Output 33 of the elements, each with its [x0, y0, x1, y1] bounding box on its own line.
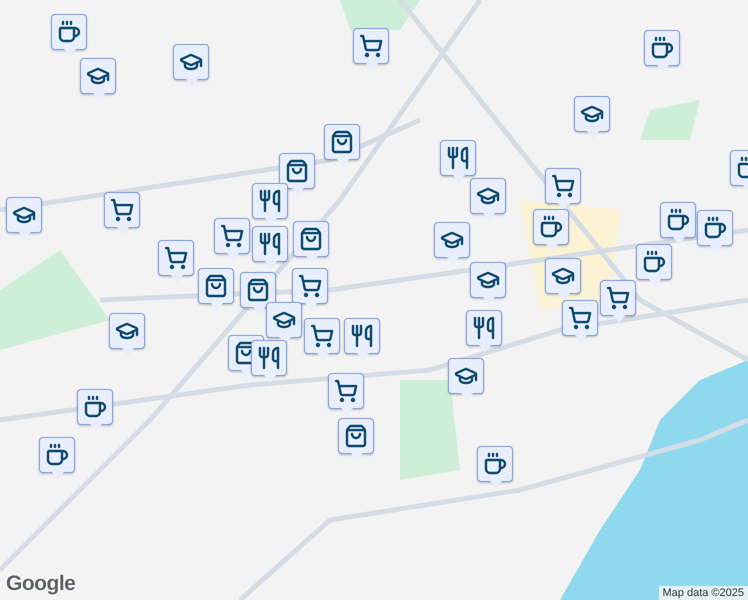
shopping-cart-icon: [359, 34, 383, 58]
shopping-bag-icon: [299, 227, 323, 251]
fork-knife-icon: [258, 189, 282, 213]
shopping-cart-icon: [110, 198, 134, 222]
coffee-cup-icon: [666, 208, 690, 232]
fork-knife-icon: [350, 324, 374, 348]
coffee-cup-icon: [483, 452, 507, 476]
shopping-bag-icon: [285, 159, 309, 183]
fork-knife-icon: [472, 316, 496, 340]
coffee-cup-icon: [703, 216, 727, 240]
coffee-cup-icon: [83, 395, 107, 419]
coffee-cup-icon: [45, 443, 69, 467]
shopping-cart-icon: [220, 224, 244, 248]
shopping-cart-icon: [164, 246, 188, 270]
fork-knife-icon: [446, 146, 470, 170]
fork-knife-icon: [257, 346, 281, 370]
shopping-bag-icon: [204, 274, 228, 298]
shopping-cart-icon: [551, 174, 575, 198]
coffee-cup-icon: [57, 20, 81, 44]
shopping-bag-icon: [246, 278, 270, 302]
coffee-cup-icon: [642, 250, 666, 274]
shopping-cart-icon: [334, 379, 358, 403]
logo: Google: [6, 572, 76, 596]
attribution-text: Map data ©2025: [658, 586, 748, 600]
shopping-cart-icon: [606, 286, 630, 310]
shopping-bag-icon: [344, 424, 368, 448]
shopping-bag-icon: [330, 130, 354, 154]
coffee-cup-icon: [539, 215, 563, 239]
shopping-cart-icon: [298, 274, 322, 298]
coffee-cup-icon: [650, 36, 674, 60]
fork-knife-icon: [258, 232, 282, 256]
shopping-cart-icon: [568, 306, 592, 330]
shopping-cart-icon: [310, 324, 334, 348]
